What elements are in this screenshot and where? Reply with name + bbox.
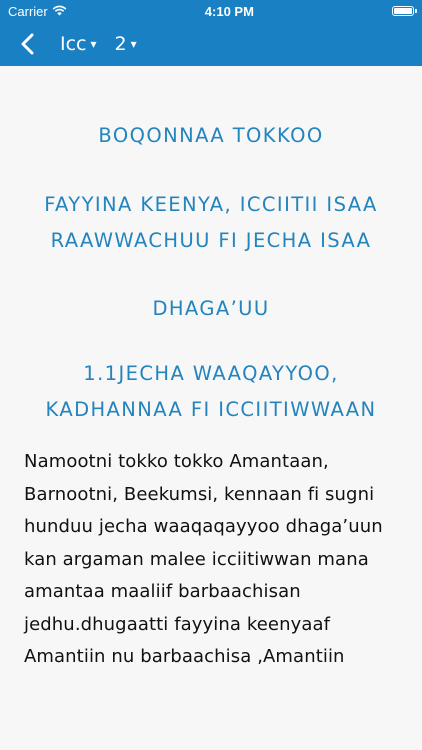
battery-icon — [392, 6, 417, 16]
chapter-label: 2 — [114, 33, 127, 55]
reader-content: BOQONNAA TOKKOO FAYYINA KEENYA, ICCIITII… — [0, 118, 422, 674]
status-time: 4:10 PM — [204, 3, 254, 19]
status-left: Carrier — [8, 4, 67, 19]
wifi-icon — [52, 4, 67, 19]
chapter-selector[interactable]: 2 ▾ — [115, 33, 137, 55]
body-paragraph: Namootni tokko tokko Amantaan, Barnootni… — [24, 451, 383, 667]
caret-down-icon: ▾ — [130, 37, 137, 51]
chevron-left-icon — [21, 33, 34, 55]
nav-bar: Icc ▾ 2 ▾ — [0, 22, 422, 66]
carrier-label: Carrier — [8, 3, 48, 19]
subsection-heading: 1.1JECHA WAAQAYYOO, KADHANNAA FI ICCIITI… — [45, 362, 377, 421]
book-label: Icc — [60, 33, 87, 55]
back-button[interactable] — [20, 29, 48, 59]
status-bar: Carrier 4:10 PM — [0, 0, 422, 22]
section-subheading: DHAGA’UU — [152, 297, 270, 320]
section-heading: FAYYINA KEENYA, ICCIITII ISAA RAAWWACHUU… — [44, 193, 378, 252]
status-right — [392, 6, 417, 16]
book-selector[interactable]: Icc ▾ — [60, 33, 97, 55]
chapter-heading: BOQONNAA TOKKOO — [98, 124, 324, 147]
caret-down-icon: ▾ — [90, 37, 97, 51]
